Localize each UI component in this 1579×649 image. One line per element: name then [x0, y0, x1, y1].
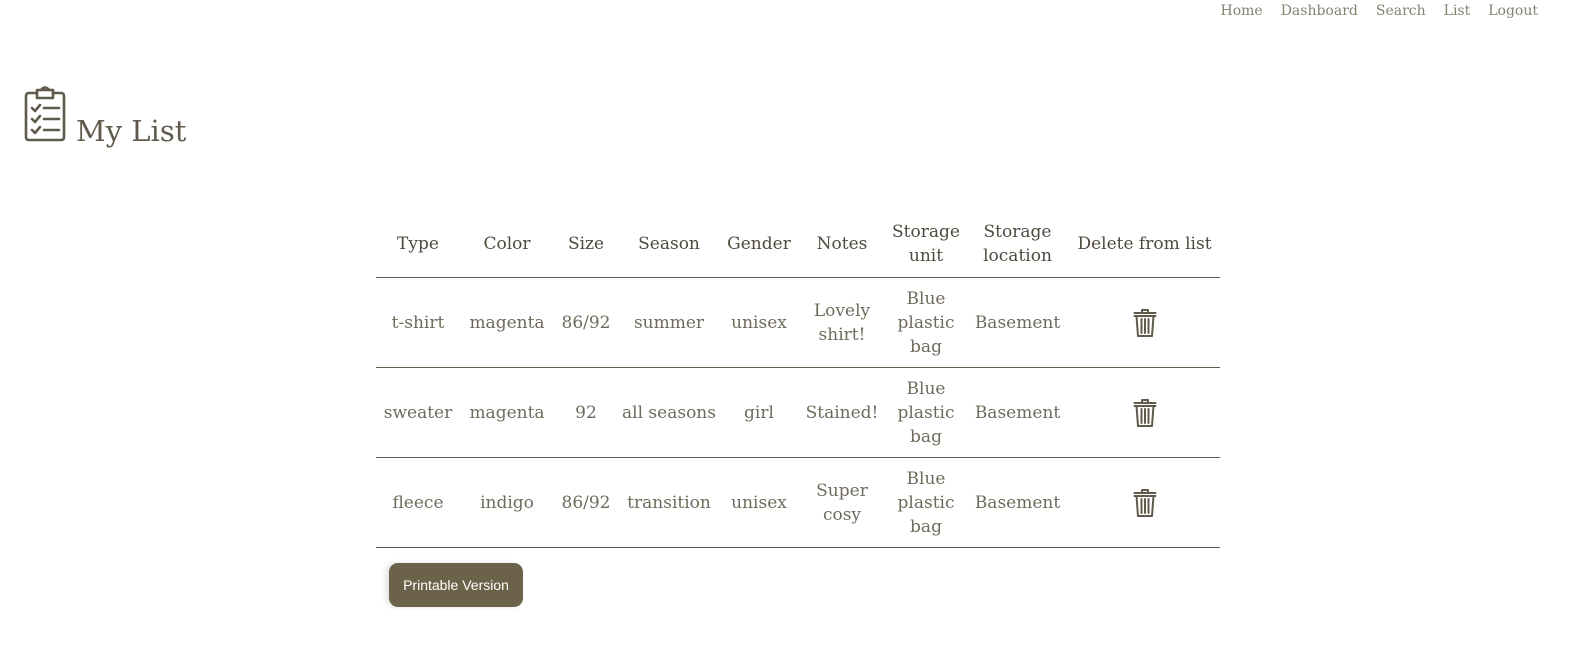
table-header-row: Type Color Size Season Gender Notes Stor… [376, 210, 1220, 278]
cell-color: indigo [460, 457, 554, 548]
clipboard-checklist-icon [24, 86, 66, 142]
cell-gender: girl [720, 367, 798, 458]
nav-search-link[interactable]: Search [1376, 3, 1426, 19]
printable-version-button[interactable]: Printable Version [389, 563, 523, 607]
table-row: t-shirt magenta 86/92 summer unisex Love… [376, 277, 1220, 368]
cell-size: 86/92 [554, 457, 618, 548]
cell-storage-unit: Blue plastic bag [886, 277, 966, 368]
cell-gender: unisex [720, 277, 798, 368]
column-header-type: Type [376, 210, 460, 278]
trash-icon [1133, 489, 1156, 517]
cell-size: 86/92 [554, 277, 618, 368]
cell-notes: Stained! [798, 367, 886, 458]
page-title: My List [76, 114, 187, 148]
cell-season: summer [618, 277, 720, 368]
table-row: fleece indigo 86/92 transition unisex Su… [376, 457, 1220, 548]
cell-storage-unit: Blue plastic bag [886, 367, 966, 458]
cell-storage-unit: Blue plastic bag [886, 457, 966, 548]
cell-notes: Lovely shirt! [798, 277, 886, 368]
cell-gender: unisex [720, 457, 798, 548]
cell-type: t-shirt [376, 277, 460, 368]
nav-logout-link[interactable]: Logout [1488, 3, 1538, 19]
column-header-storage-unit: Storage unit [886, 210, 966, 278]
cell-color: magenta [460, 367, 554, 458]
cell-type: sweater [376, 367, 460, 458]
delete-item-button[interactable] [1133, 488, 1157, 518]
column-header-notes: Notes [798, 210, 886, 278]
cell-delete [1069, 367, 1220, 458]
delete-item-button[interactable] [1133, 308, 1157, 338]
my-list-table: Type Color Size Season Gender Notes Stor… [376, 210, 1220, 548]
cell-notes: Super cosy [798, 457, 886, 548]
table-row: sweater magenta 92 all seasons girl Stai… [376, 367, 1220, 458]
cell-size: 92 [554, 367, 618, 458]
column-header-season: Season [618, 210, 720, 278]
cell-season: transition [618, 457, 720, 548]
trash-icon [1133, 399, 1156, 427]
column-header-gender: Gender [720, 210, 798, 278]
cell-storage-location: Basement [966, 457, 1069, 548]
column-header-size: Size [554, 210, 618, 278]
trash-icon [1133, 309, 1156, 337]
nav-dashboard-link[interactable]: Dashboard [1281, 3, 1358, 19]
cell-season: all seasons [618, 367, 720, 458]
column-header-color: Color [460, 210, 554, 278]
cell-type: fleece [376, 457, 460, 548]
cell-color: magenta [460, 277, 554, 368]
cell-delete [1069, 277, 1220, 368]
delete-item-button[interactable] [1133, 398, 1157, 428]
nav-home-link[interactable]: Home [1220, 3, 1262, 19]
page-header: My List [23, 86, 186, 146]
cell-delete [1069, 457, 1220, 548]
cell-storage-location: Basement [966, 367, 1069, 458]
top-navigation: Home Dashboard Search List Logout [1202, 3, 1538, 19]
column-header-storage-location: Storage location [966, 210, 1069, 278]
column-header-delete: Delete from list [1069, 210, 1220, 278]
cell-storage-location: Basement [966, 277, 1069, 368]
nav-list-link[interactable]: List [1444, 3, 1471, 19]
